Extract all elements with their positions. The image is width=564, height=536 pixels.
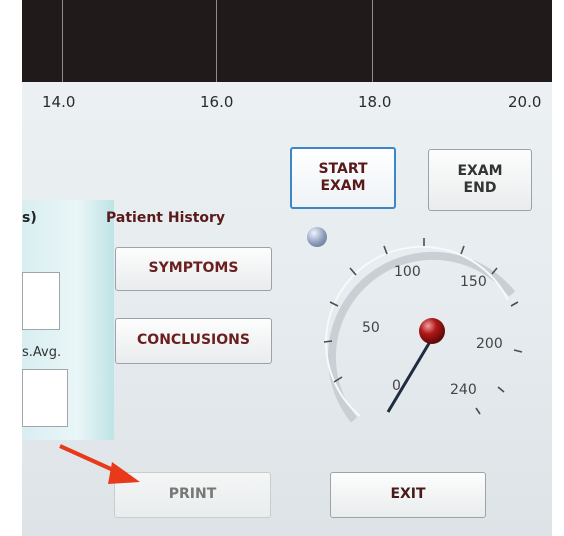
gauge-label: 200	[476, 336, 503, 352]
value-field[interactable]	[22, 272, 60, 330]
start-exam-line1: START	[318, 160, 368, 177]
plot-area	[22, 0, 552, 82]
exam-end-button[interactable]: EXAM END	[428, 149, 532, 211]
start-exam-button[interactable]: START EXAM	[290, 147, 396, 209]
app-screen: 14.0 16.0 18.0 20.0 s) s.Avg. Patient Hi…	[22, 0, 552, 536]
speed-gauge: 50 100 150 200 240 0	[323, 238, 523, 423]
conclusions-button[interactable]: CONCLUSIONS	[115, 318, 272, 364]
panel-label: s)	[22, 210, 37, 226]
exit-button-label: EXIT	[390, 486, 426, 503]
conclusions-button-label: CONCLUSIONS	[137, 332, 250, 349]
x-tick-label: 18.0	[358, 93, 392, 111]
gauge-label: 100	[394, 264, 421, 280]
exit-button[interactable]: EXIT	[330, 472, 486, 518]
avg-label: s.Avg.	[22, 345, 62, 360]
x-tick-label: 20.0	[508, 93, 542, 111]
avg-value-field[interactable]	[22, 369, 68, 427]
gauge-needle-hub	[419, 318, 445, 344]
print-button[interactable]: PRINT	[114, 472, 271, 518]
start-exam-button-label: START EXAM	[318, 161, 367, 196]
print-button-label: PRINT	[168, 486, 217, 503]
plot-gridline	[62, 0, 63, 82]
start-exam-line2: EXAM	[320, 178, 366, 194]
plot-gridline	[216, 0, 217, 82]
gauge-label: 150	[460, 274, 487, 290]
gauge-needle	[386, 334, 436, 413]
x-tick-label: 14.0	[42, 93, 76, 111]
exam-end-button-label: EXAM END	[457, 163, 502, 198]
symptoms-button-label: SYMPTOMS	[148, 260, 239, 277]
symptoms-button[interactable]: SYMPTOMS	[115, 247, 272, 291]
exam-end-line1: EXAM	[457, 162, 503, 179]
plot-gridline	[372, 0, 373, 82]
gauge-label: 240	[450, 382, 477, 398]
gauge-label: 50	[362, 320, 380, 336]
patient-history-label: Patient History	[106, 210, 226, 226]
exam-end-line2: END	[463, 180, 497, 196]
x-tick-label: 16.0	[200, 93, 234, 111]
